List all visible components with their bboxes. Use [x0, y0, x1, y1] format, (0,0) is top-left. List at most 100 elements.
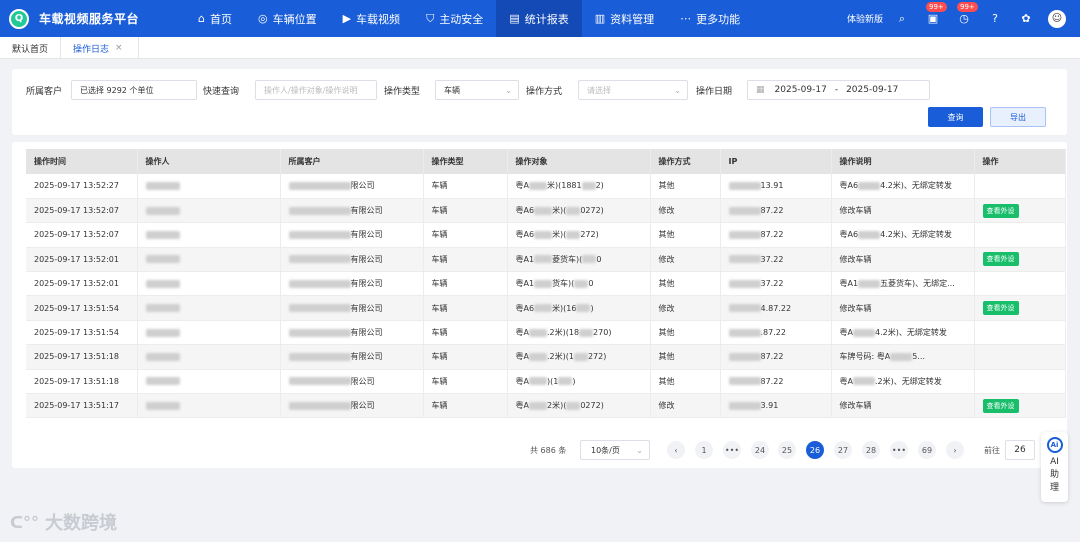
date-start: 2025-09-17	[774, 85, 827, 95]
desc-text-b: 五菱货车)、无绑定...	[880, 279, 955, 289]
cell-method: 其他	[650, 174, 721, 199]
page-size-select[interactable]: 10条/页 ⌄	[580, 440, 650, 460]
close-icon[interactable]: ×	[115, 43, 123, 53]
ip-text: 87.22	[760, 376, 784, 386]
export-button[interactable]: 导出	[990, 107, 1046, 127]
redacted-text	[528, 328, 547, 337]
view-peripheral-button[interactable]: 查看外设	[982, 252, 1019, 267]
operation-date-label: 操作日期	[696, 87, 733, 97]
type-text: 车辆	[431, 401, 448, 411]
ai-assistant-button[interactable]: Ai AI 助 理	[1041, 432, 1068, 502]
nav-item-0[interactable]: ⌂ 首页	[185, 0, 245, 37]
column-header: 操作类型	[423, 149, 508, 174]
customer-text: 有限公司	[350, 328, 383, 338]
table-row[interactable]: 2025-09-17 13:52:07 有限公司 车辆 粤A6 米)(272) 其他 87.…	[26, 222, 1066, 248]
object-text-b: .2米)(18	[546, 328, 580, 338]
nav-item-6[interactable]: ⋯ 更多功能	[667, 0, 753, 37]
quick-search-input[interactable]: 操作人/操作对象/操作说明	[255, 80, 377, 100]
customer-text: 有限公司	[350, 279, 383, 289]
nav-item-2[interactable]: ▶ 车载视频	[330, 0, 413, 37]
type-text: 车辆	[431, 352, 448, 362]
cell-description: 修改车辆	[831, 295, 975, 321]
more-pages-icon[interactable]: •••	[723, 441, 741, 459]
message-badge: 99+	[926, 1, 947, 12]
alarm-clock-icon[interactable]: ◷ 99+	[955, 1, 978, 28]
ip-text: 13.91	[760, 181, 784, 191]
table-row[interactable]: 2025-09-17 13:52:07 有限公司 车辆 粤A6 米)(0272) 修改 87…	[26, 198, 1066, 224]
column-header: 操作人	[137, 149, 281, 174]
user-avatar[interactable]: ☺	[1048, 9, 1066, 28]
cell-description: 粤A6 4.2米)、无绑定转发	[831, 174, 975, 199]
cell-description: 粤A 4.2米)、无绑定转发	[831, 320, 975, 346]
view-peripheral-button[interactable]: 查看外设	[982, 301, 1019, 316]
table-row[interactable]: 2025-09-17 13:52:01 有限公司 车辆 粤A1 货车)(0 其他 37.22…	[26, 271, 1066, 297]
ip-text: 87.22	[760, 352, 784, 362]
operation-method-label: 操作方式	[526, 87, 563, 97]
cell-customer: 有限公司	[280, 295, 424, 321]
cell-type: 车辆	[423, 271, 508, 297]
redacted-text	[573, 352, 588, 361]
page-button[interactable]: 26	[806, 441, 824, 459]
cell-time: 2025-09-17 13:51:18	[26, 344, 138, 370]
cell-ip: 87.22	[720, 198, 832, 224]
table-row[interactable]: 2025-09-17 13:51:18 限公司 车辆 粤A)(1) 其他 87.22 粤A.…	[26, 369, 1066, 395]
table-row[interactable]: 2025-09-17 13:52:01 有限公司 车辆 粤A1 菱货车)(0 修改 37.2…	[26, 247, 1066, 273]
tab-operation-log[interactable]: 操作日志 ×	[61, 37, 140, 59]
object-text-a: 粤A	[515, 352, 529, 362]
table-body: 2025-09-17 13:52:27 限公司 车辆 粤A 米)(1881 2) 其他 13.…	[26, 174, 1066, 419]
cell-operator	[137, 369, 281, 395]
query-button[interactable]: 查询	[928, 107, 983, 127]
operation-log-table: 操作时间 操作人 所属客户 操作类型 操作对象 操作方式 IP 操作说明 操作 2025-09-…	[26, 149, 1066, 419]
next-page-button[interactable]: ›	[946, 441, 964, 459]
page-button[interactable]: 28	[862, 441, 880, 459]
more-pages-icon[interactable]: •••	[890, 441, 908, 459]
page-button[interactable]: 25	[778, 441, 796, 459]
redacted-text	[288, 181, 351, 190]
page-button[interactable]: 69	[918, 441, 936, 459]
goto-page-input[interactable]: 26	[1005, 440, 1035, 460]
redacted-text	[858, 230, 881, 239]
cell-time: 2025-09-17 13:52:01	[26, 247, 138, 273]
table-row[interactable]: 2025-09-17 13:51:17 限公司 车辆 粤A 2米)(0272) 修改 3.9…	[26, 393, 1066, 419]
nav-label: 统计报表	[524, 12, 569, 26]
gear-icon[interactable]: ✿	[1017, 10, 1035, 28]
prev-page-button[interactable]: ‹	[667, 441, 685, 459]
date-separator: -	[834, 85, 839, 95]
nav-item-4[interactable]: ▤ 统计报表	[496, 0, 582, 37]
cell-object: 粤A 2米)(0272)	[507, 393, 651, 419]
cell-customer: 有限公司	[280, 344, 424, 370]
operation-method-select[interactable]: 请选择 ⌄	[578, 80, 688, 100]
table-row[interactable]: 2025-09-17 13:51:18 有限公司 车辆 粤A .2米)(1 272) 其他 8…	[26, 344, 1066, 370]
table-row[interactable]: 2025-09-17 13:52:27 限公司 车辆 粤A 米)(1881 2) 其他 13.…	[26, 174, 1066, 199]
cell-action: 查看外设	[974, 295, 1066, 321]
view-peripheral-button[interactable]: 查看外设	[982, 398, 1019, 413]
table-row[interactable]: 2025-09-17 13:51:54 有限公司 车辆 粤A .2米)(18 270) 其他…	[26, 320, 1066, 346]
customer-select[interactable]: 已选择 9292 个单位	[71, 80, 197, 100]
operation-type-select[interactable]: 车辆 ⌄	[435, 80, 519, 100]
table-row[interactable]: 2025-09-17 13:51:54 有限公司 车辆 粤A6 米)(16) 修改 4.87…	[26, 295, 1066, 321]
page-button[interactable]: 24	[751, 441, 769, 459]
page-button[interactable]: 27	[834, 441, 852, 459]
nav-item-5[interactable]: ▥ 资料管理	[582, 0, 667, 37]
message-icon[interactable]: ▣ 99+	[924, 1, 947, 28]
column-header: 操作说明	[831, 149, 975, 174]
nav-item-3[interactable]: ⛉ 主动安全	[413, 0, 496, 37]
logo[interactable]: Q 车载视频服务平台	[0, 8, 185, 29]
object-text-a: 粤A6	[515, 303, 535, 313]
date-range-picker[interactable]: ▦ 2025-09-17 - 2025-09-17	[747, 80, 930, 100]
page-button[interactable]: 1	[695, 441, 713, 459]
ai-label-1: AI	[1050, 457, 1059, 467]
tab-label: 默认首页	[12, 44, 49, 55]
tab-default-home[interactable]: 默认首页	[0, 37, 62, 59]
nav-item-1[interactable]: ◎ 车辆位置	[245, 0, 330, 37]
search-icon[interactable]: ⌕	[893, 10, 911, 28]
cell-object: 粤A6 米)(0272)	[507, 198, 651, 224]
help-icon[interactable]: ?	[986, 10, 1004, 28]
app-title: 车载视频服务平台	[39, 12, 140, 26]
cell-time: 2025-09-17 13:51:17	[26, 393, 138, 419]
view-peripheral-button[interactable]: 查看外设	[982, 203, 1019, 218]
trial-new-version-link[interactable]: 体验新版	[847, 12, 883, 25]
cell-object: 粤A 米)(1881 2)	[507, 174, 651, 199]
cell-type: 车辆	[423, 247, 508, 273]
cell-object: 粤A)(1)	[507, 369, 651, 395]
